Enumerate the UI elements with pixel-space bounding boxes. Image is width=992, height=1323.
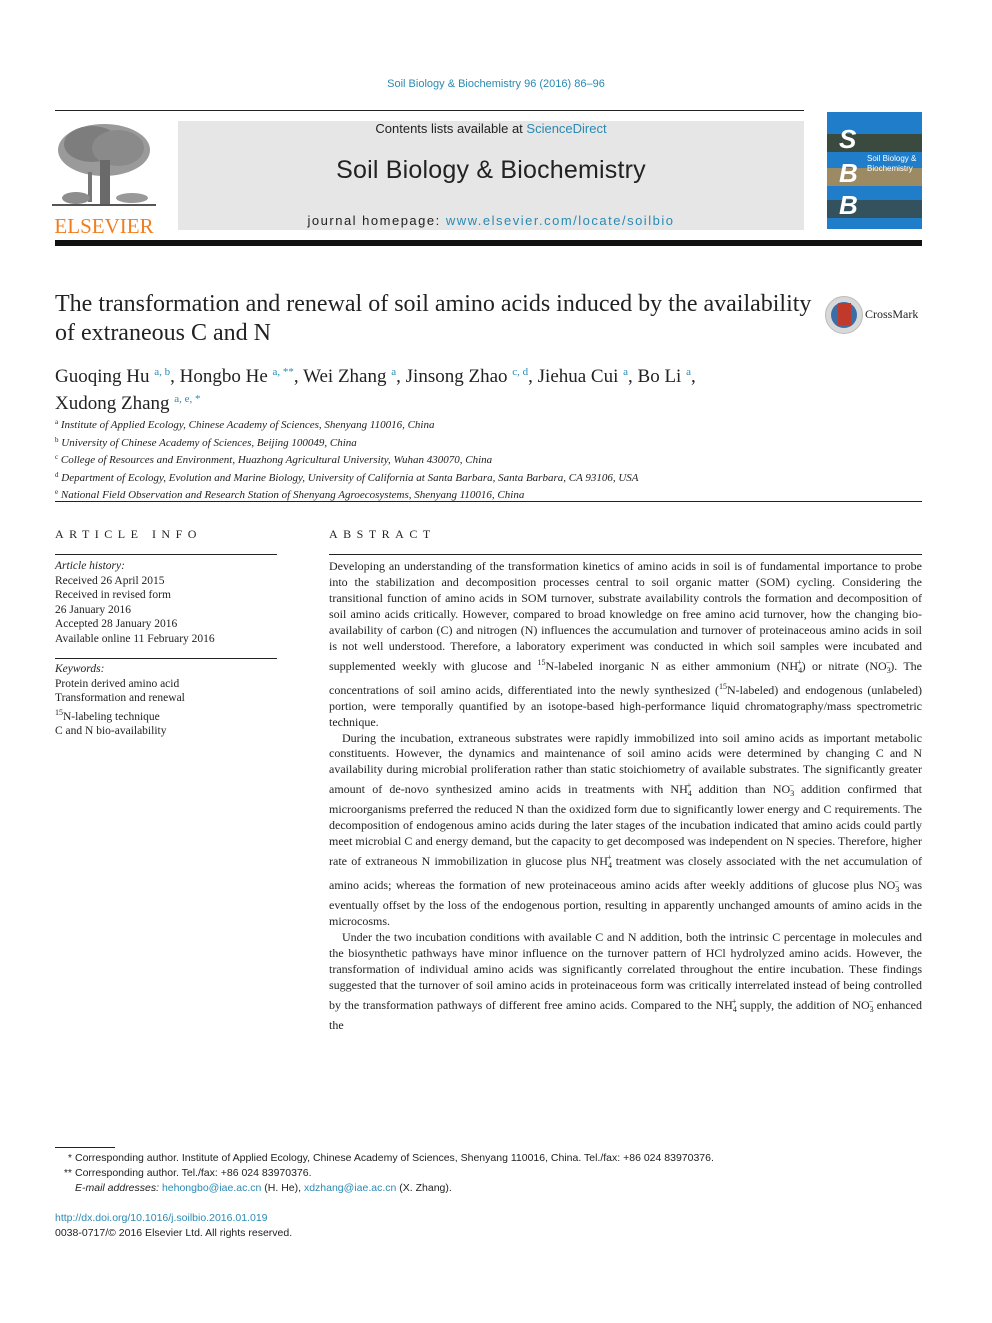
author-affiliation-marker[interactable]: a [623, 366, 628, 378]
history-item: Received in revised form [55, 589, 171, 601]
elsevier-wordmark: ELSEVIER [54, 214, 154, 238]
footnotes: * Corresponding author. Institute of Appl… [55, 1151, 855, 1196]
ammonium-formula: NH4+ [715, 996, 737, 1014]
header-rule [55, 110, 804, 111]
keyword-item: Protein derived amino acid [55, 677, 180, 690]
affiliation-item: b University of Chinese Academy of Scien… [55, 435, 357, 449]
cover-title: Soil Biology & Biochemistry [867, 154, 916, 174]
section-rule [55, 501, 922, 502]
ammonium-formula: NH4+ [590, 853, 612, 871]
affiliation-item: e National Field Observation and Researc… [55, 488, 525, 501]
doi-link[interactable]: http://dx.doi.org/10.1016/j.soilbio.2016… [55, 1212, 268, 1224]
email-link[interactable]: hehongbo@iae.ac.cn [162, 1182, 261, 1194]
sciencedirect-link[interactable]: ScienceDirect [526, 121, 606, 136]
footnote-corresponding-2: ** Corresponding author. Tel./fax: +86 02… [63, 1167, 312, 1179]
author-affiliation-marker[interactable]: c, d [512, 366, 528, 378]
keyword-item: Transformation and renewal [55, 692, 185, 704]
abstract-rule [329, 554, 922, 555]
author-affiliation-marker[interactable]: a, b [154, 366, 170, 378]
homepage-link[interactable]: www.elsevier.com/locate/soilbio [446, 213, 675, 228]
author-name[interactable]: Jinsong Zhao [406, 366, 513, 387]
affiliation-item: a Institute of Applied Ecology, Chinese … [55, 418, 435, 431]
author-affiliation-marker[interactable]: a, e, * [174, 393, 200, 405]
abstract-paragraph: Developing an understanding of the trans… [329, 559, 923, 729]
author-name[interactable]: Bo Li [638, 366, 687, 387]
homepage-prefix: journal homepage: [307, 213, 446, 228]
history-item: Received 26 April 2015 [55, 574, 165, 587]
author-affiliation-marker[interactable]: a [686, 366, 691, 378]
article-title: The transformation and renewal of soil a… [55, 291, 812, 346]
history-item: 26 January 2016 [55, 603, 132, 616]
author-name[interactable]: Jiehua Cui [538, 366, 624, 387]
cover-title-line: Soil Biology & [867, 154, 917, 163]
contents-prefix: Contents lists available at [375, 121, 527, 136]
journal-cover-image[interactable]: S B B Soil Biology & Biochemistry [827, 112, 922, 229]
affiliation-item: c College of Resources and Environment, … [55, 453, 493, 466]
author-name[interactable]: Xudong Zhang [55, 393, 174, 414]
crossmark-badge[interactable]: CrossMark [825, 296, 925, 336]
affiliation-list: a Institute of Applied Ecology, Chinese … [55, 415, 855, 503]
journal-title: Soil Biology & Biochemistry [336, 156, 646, 184]
keywords-label: Keywords: [55, 663, 105, 675]
crossmark-icon [825, 296, 863, 334]
article-history: Article history: Received 26 April 2015 … [55, 559, 277, 646]
crossmark-label: CrossMark [865, 307, 919, 321]
elsevier-tree-icon [52, 124, 156, 206]
article-info-rule [55, 554, 277, 555]
journal-homepage: journal homepage: www.elsevier.com/locat… [178, 213, 804, 228]
abstract-body: Developing an understanding of the trans… [329, 559, 922, 1034]
nitrate-formula: NO3− [852, 996, 874, 1014]
footnote-emails: E-mail addresses: hehongbo@iae.ac.cn (H.… [75, 1182, 452, 1194]
email-label: E-mail addresses: [75, 1182, 160, 1194]
article-info-rule [55, 658, 277, 659]
cover-letter: B [839, 190, 858, 220]
article-history-label: Article history: [55, 560, 125, 572]
journal-citation[interactable]: Soil Biology & Biochemistry 96 (2016) 86… [0, 78, 992, 90]
keyword-item: 15N-labeling technique [55, 707, 160, 723]
abstract-heading: ABSTRACT [329, 527, 436, 541]
author-affiliation-marker[interactable]: a [391, 366, 396, 378]
author-name[interactable]: Wei Zhang [303, 366, 391, 387]
cover-title-line: Biochemistry [867, 164, 913, 173]
cover-letter: B [839, 158, 858, 188]
elsevier-logo[interactable]: ELSEVIER [52, 120, 156, 237]
nitrate-formula: NO3− [869, 657, 891, 675]
copyright-notice: 0038-0717/© 2016 Elsevier Ltd. All right… [55, 1227, 293, 1239]
affiliation-item: d Department of Ecology, Evolution and M… [55, 470, 639, 484]
abstract-paragraph: During the incubation, extraneous substr… [329, 730, 922, 929]
keywords: Keywords: Protein derived amino acid Tra… [55, 662, 277, 739]
author-name[interactable]: Guoqing Hu [55, 366, 154, 387]
keyword-item: C and N bio-availability [55, 725, 167, 737]
cover-letter: S [839, 124, 857, 154]
author-name[interactable]: Hongbo He [180, 366, 273, 387]
footnote-rule [55, 1147, 115, 1148]
history-item: Available online 11 February 2016 [55, 632, 215, 645]
nitrate-formula: NO3− [878, 877, 900, 895]
ammonium-formula: NH4+ [670, 781, 692, 799]
email-link[interactable]: xdzhang@iae.ac.cn [304, 1182, 396, 1194]
nitrate-formula: NO3− [772, 781, 795, 799]
author-list: Guoqing Hu a, b, Hongbo He a, **, Wei Zh… [55, 366, 696, 414]
footnote-corresponding-1: * Corresponding author. Institute of Appl… [67, 1152, 714, 1164]
abstract-paragraph: Under the two incubation conditions with… [329, 930, 922, 1032]
header-thick-rule [55, 240, 922, 246]
article-info-heading: ARTICLE INFO [55, 527, 202, 541]
history-item: Accepted 28 January 2016 [55, 618, 178, 630]
author-affiliation-marker[interactable]: a, ** [273, 366, 294, 378]
contents-line: Contents lists available at ScienceDirec… [178, 121, 804, 136]
ammonium-formula: NH4+ [780, 657, 803, 675]
